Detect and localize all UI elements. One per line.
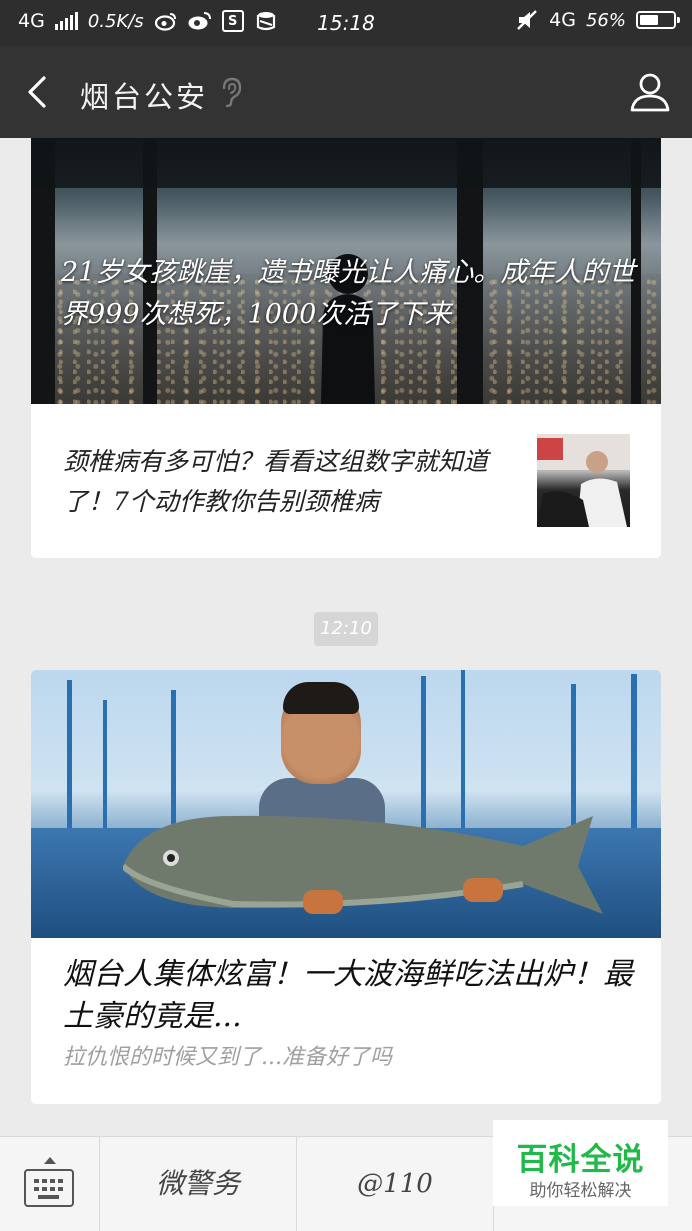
battery-icon (636, 11, 680, 29)
watermark-title: 百科全说 (516, 1142, 645, 1178)
caret-up-icon (44, 1157, 56, 1164)
article-card-2[interactable]: 烟台人集体炫富！一大波海鲜吃法出炉！最土豪的竟是... 拉仇恨的时候又到了...… (31, 670, 661, 1104)
status-right: 4G 56% (515, 9, 680, 31)
article-description: 拉仇恨的时候又到了...准备好了吗 (63, 1045, 392, 1070)
network-type: 4G (18, 10, 45, 32)
ear-icon (218, 76, 244, 108)
article-title: 烟台人集体炫富！一大波海鲜吃法出炉！最土豪的竟是... (63, 957, 633, 1034)
s-app-icon: S (221, 10, 244, 32)
sub-article-row[interactable]: 颈椎病有多可怕？看看这组数字就知道了！7个动作教你告别颈椎病 (31, 404, 661, 558)
article-hero-image[interactable]: 21岁女孩跳崖，遗书曝光让人痛心。成年人的世界999次想死，1000次活了下来 (31, 138, 661, 404)
keyboard-toggle-button[interactable] (0, 1137, 100, 1231)
page-title: 烟台公安 (80, 80, 209, 114)
network-speed: 0.5K/s (87, 10, 144, 32)
article-hero-image-2[interactable] (31, 670, 661, 938)
storage-icon (254, 10, 278, 32)
keyboard-icon (24, 1169, 74, 1207)
sub-article-title: 颈椎病有多可怕？看看这组数字就知道了！7个动作教你告别颈椎病 (63, 447, 489, 516)
sub-article-thumbnail (537, 434, 630, 527)
menu-micro-police[interactable]: 微警务 (100, 1137, 297, 1231)
signal-icon (54, 12, 78, 30)
user-icon (630, 73, 670, 112)
fish-image (123, 815, 603, 914)
mute-icon (515, 9, 539, 31)
sina-weibo-icon (188, 10, 212, 32)
back-button[interactable] (14, 68, 62, 116)
article-card-1[interactable]: 21岁女孩跳崖，遗书曝光让人痛心。成年人的世界999次想死，1000次活了下来 … (31, 138, 661, 558)
profile-button[interactable] (626, 68, 674, 116)
article-caption: 21岁女孩跳崖，遗书曝光让人痛心。成年人的世界999次想死，1000次活了下来 (61, 257, 636, 330)
battery-percent: 56% (585, 9, 626, 31)
chevron-left-icon (28, 76, 46, 108)
menu-110[interactable]: @110 (297, 1137, 494, 1231)
timestamp-badge: 12:10 (314, 612, 378, 646)
weibo-icon (154, 10, 178, 32)
watermark-subtitle: 助你轻松解决 (529, 1181, 632, 1201)
network-type-right: 4G (549, 9, 576, 31)
nav-bar: 烟台公安 (0, 46, 692, 138)
status-bar: 4G 0.5K/s S 15:18 4G 56% (0, 0, 692, 46)
status-left: 4G 0.5K/s S (18, 10, 278, 32)
watermark-logo: 百科全说 助你轻松解决 (493, 1120, 668, 1206)
